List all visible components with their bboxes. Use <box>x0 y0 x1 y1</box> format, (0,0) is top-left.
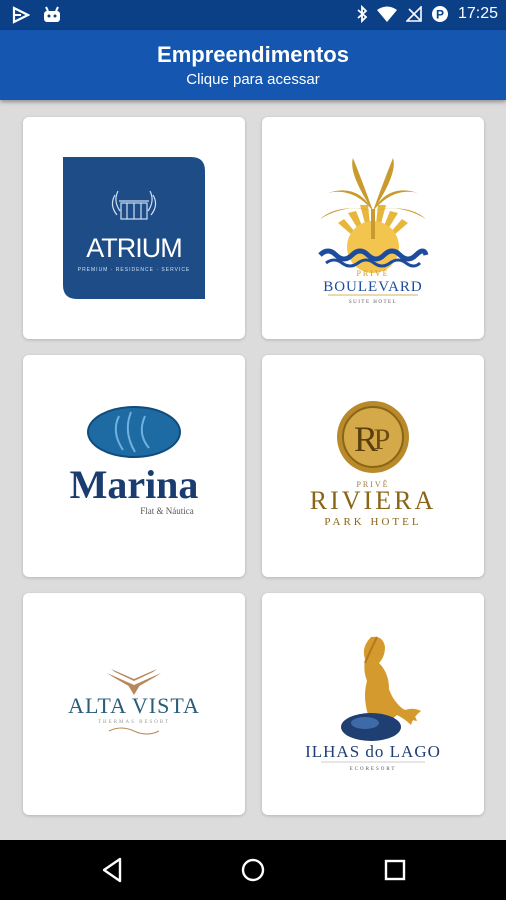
altavista-logo: ALTA VISTA THERMAS RESORT <box>68 669 200 735</box>
card-atrium[interactable]: ATRIUM PREMIUM · RESIDENCE · SERVICE <box>23 117 245 339</box>
recents-icon[interactable] <box>380 855 410 885</box>
altavista-name: ALTA VISTA <box>68 693 200 718</box>
navigation-bar <box>0 840 506 900</box>
flag-icon <box>12 6 30 24</box>
no-signal-icon <box>405 6 422 22</box>
app-bar: Empreendimentos Clique para acessar <box>0 30 506 100</box>
status-bar: P 17:25 <box>0 0 506 30</box>
card-marina[interactable]: Marina Flat & Náutica <box>23 355 245 577</box>
data-saver-icon: P <box>431 6 448 22</box>
page-title: Empreendimentos <box>157 42 349 67</box>
page-subtitle: Clique para acessar <box>186 71 320 88</box>
android-icon <box>44 6 60 22</box>
card-ilhas[interactable]: ILHAS do LAGO ECORESORT <box>262 593 484 815</box>
atrium-name: ATRIUM <box>86 233 182 263</box>
ilhas-tagline: ECORESORT <box>350 767 397 772</box>
boulevard-tagline: SUITE HOTEL <box>349 300 397 305</box>
card-riviera[interactable]: R P PRIVÊ RIVIERA PARK HOTEL <box>262 355 484 577</box>
riviera-tagline: PARK HOTEL <box>324 516 421 528</box>
back-icon[interactable] <box>98 855 128 885</box>
riviera-logo: R P PRIVÊ RIVIERA PARK HOTEL <box>310 401 436 528</box>
svg-text:P: P <box>436 8 444 22</box>
atrium-tagline: PREMIUM · RESIDENCE · SERVICE <box>78 267 191 273</box>
status-time: 17:25 <box>457 5 498 22</box>
card-altavista[interactable]: ALTA VISTA THERMAS RESORT <box>23 593 245 815</box>
marina-name: Marina <box>70 462 199 507</box>
marina-tagline: Flat & Náutica <box>140 506 194 516</box>
boulevard-pre: PRIVÊ <box>356 268 389 278</box>
riviera-name: RIVIERA <box>310 486 436 515</box>
bluetooth-icon <box>357 5 368 23</box>
marina-logo: Marina Flat & Náutica <box>70 406 199 516</box>
boulevard-logo: PRIVÊ BOULEVARD SUITE HOTEL <box>318 158 429 305</box>
boulevard-name: BOULEVARD <box>323 279 423 295</box>
atrium-logo: ATRIUM PREMIUM · RESIDENCE · SERVICE <box>63 157 205 299</box>
home-icon[interactable] <box>238 855 268 885</box>
svg-text:P: P <box>374 423 391 456</box>
property-grid: ATRIUM PREMIUM · RESIDENCE · SERVICE PRI… <box>0 100 506 840</box>
ilhas-name: ILHAS do LAGO <box>305 742 441 761</box>
wifi-icon <box>376 6 397 22</box>
card-boulevard[interactable]: PRIVÊ BOULEVARD SUITE HOTEL <box>262 117 484 339</box>
ilhas-logo: ILHAS do LAGO ECORESORT <box>305 636 441 772</box>
altavista-tagline: THERMAS RESORT <box>98 720 170 725</box>
